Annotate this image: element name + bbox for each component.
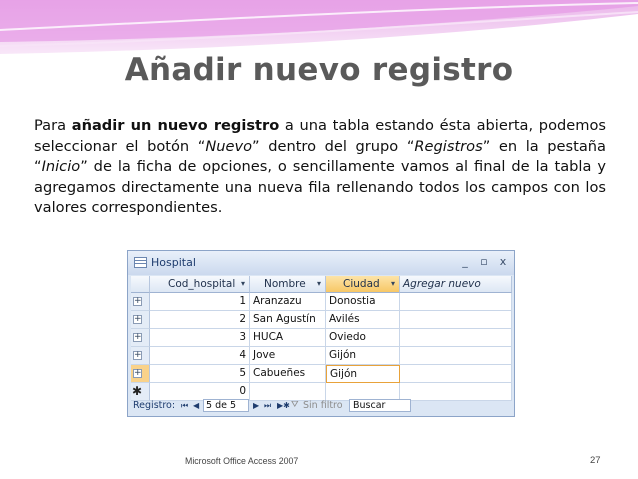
new-record-icon: ✱ xyxy=(132,384,143,398)
cell-ciudad[interactable]: Avilés xyxy=(326,311,400,329)
cell-ciudad[interactable]: Gijón xyxy=(326,347,400,365)
expand-icon[interactable]: + xyxy=(133,315,142,324)
page-number: 27 xyxy=(590,455,601,466)
cell-cod-hospital[interactable]: 3 xyxy=(150,329,250,347)
expand-icon[interactable]: + xyxy=(133,369,142,378)
paragraph-text: ” de la ficha de opciones, o sencillamen… xyxy=(34,158,606,216)
chevron-down-icon[interactable]: ▾ xyxy=(241,276,245,292)
record-navigator: Registro: ⏮ ◀ 5 de 5 ▶ ⏭ ▶✱ ⛛ Sin filtro… xyxy=(131,398,512,414)
previous-record-icon[interactable]: ◀ xyxy=(193,398,199,413)
cell-ciudad[interactable]: Oviedo xyxy=(326,329,400,347)
paragraph-text: ” dentro del grupo “ xyxy=(252,137,415,155)
table-row-current[interactable]: + 5 Cabueñes Gijón xyxy=(131,365,512,383)
expand-icon[interactable]: + xyxy=(133,333,142,342)
first-record-icon[interactable]: ⏮ xyxy=(181,398,188,413)
select-all-corner[interactable] xyxy=(131,276,150,293)
cell-nombre[interactable]: Jove xyxy=(250,347,326,365)
cell-nombre[interactable]: HUCA xyxy=(250,329,326,347)
last-record-icon[interactable]: ⏭ xyxy=(264,398,271,413)
paragraph-italic: Registros xyxy=(414,137,483,155)
cell-nombre[interactable]: Aranzazu xyxy=(250,293,326,311)
cell-empty[interactable] xyxy=(400,347,512,365)
new-record-button[interactable]: ▶✱ xyxy=(277,398,290,413)
paragraph-text: Para xyxy=(34,117,72,134)
row-selector[interactable]: + xyxy=(131,347,150,365)
maximize-button[interactable]: ▫ xyxy=(477,255,491,268)
cell-cod-hospital[interactable]: 1 xyxy=(150,293,250,311)
header-decoration xyxy=(0,0,638,60)
row-selector[interactable]: + xyxy=(131,329,150,347)
cell-empty[interactable] xyxy=(400,293,512,311)
close-button[interactable]: x xyxy=(496,255,510,268)
chevron-down-icon[interactable]: ▾ xyxy=(391,276,395,292)
table-row[interactable]: + 4 Jove Gijón xyxy=(131,347,512,365)
window-title: Hospital xyxy=(151,256,196,269)
filter-icon[interactable]: ⛛ xyxy=(291,398,299,413)
paragraph-bold: añadir un nuevo registro xyxy=(71,117,280,134)
expand-icon[interactable]: + xyxy=(133,297,142,306)
column-header-cod-hospital[interactable]: Cod_hospital ▾ xyxy=(150,276,250,293)
window-titlebar[interactable]: Hospital _ ▫ x xyxy=(128,251,514,275)
column-label: Cod_hospital xyxy=(168,278,236,290)
next-record-icon[interactable]: ▶ xyxy=(253,398,259,413)
table-row[interactable]: + 2 San Agustín Avilés xyxy=(131,311,512,329)
cell-cod-hospital[interactable]: 4 xyxy=(150,347,250,365)
column-header-ciudad[interactable]: Ciudad ▾ xyxy=(326,276,400,293)
table-icon xyxy=(134,257,147,268)
column-header-nombre[interactable]: Nombre ▾ xyxy=(250,276,326,293)
paragraph-italic: Nuevo xyxy=(205,137,253,155)
navigator-label: Registro: xyxy=(133,400,176,411)
column-header-add-field[interactable]: Agregar nuevo campo xyxy=(400,276,512,306)
cell-cod-hospital[interactable]: 5 xyxy=(150,365,250,383)
cell-empty[interactable] xyxy=(400,365,512,383)
cell-nombre[interactable]: San Agustín xyxy=(250,311,326,329)
slide-title: Añadir nuevo registro xyxy=(124,52,514,88)
table-row[interactable]: + 3 HUCA Oviedo xyxy=(131,329,512,347)
chevron-down-icon[interactable]: ▾ xyxy=(317,276,321,292)
table-row[interactable]: + 1 Aranzazu Donostia xyxy=(131,293,512,311)
row-selector[interactable]: + xyxy=(131,311,150,329)
table-window: Hospital _ ▫ x Cod_hospital ▾ Nombre ▾ C… xyxy=(127,250,515,417)
cell-cod-hospital[interactable]: 2 xyxy=(150,311,250,329)
cell-empty[interactable] xyxy=(400,329,512,347)
column-label: Ciudad xyxy=(343,278,380,290)
footer-text: Microsoft Office Access 2007 xyxy=(185,456,299,466)
minimize-button[interactable]: _ xyxy=(458,255,472,268)
cell-nombre[interactable]: Cabueñes xyxy=(250,365,326,383)
search-input[interactable]: Buscar xyxy=(349,399,411,412)
row-selector[interactable]: + xyxy=(131,365,150,383)
row-selector[interactable]: + xyxy=(131,293,150,311)
expand-icon[interactable]: + xyxy=(133,351,142,360)
cell-empty[interactable] xyxy=(400,311,512,329)
cell-ciudad-editing[interactable]: Gijón xyxy=(326,365,400,383)
cell-ciudad[interactable]: Donostia xyxy=(326,293,400,311)
filter-status[interactable]: Sin filtro xyxy=(303,398,343,413)
paragraph-italic: Inicio xyxy=(41,158,81,175)
slide-paragraph: Para añadir un nuevo registro a una tabl… xyxy=(34,116,606,219)
record-position-input[interactable]: 5 de 5 xyxy=(203,399,249,412)
column-label: Nombre xyxy=(264,278,306,290)
